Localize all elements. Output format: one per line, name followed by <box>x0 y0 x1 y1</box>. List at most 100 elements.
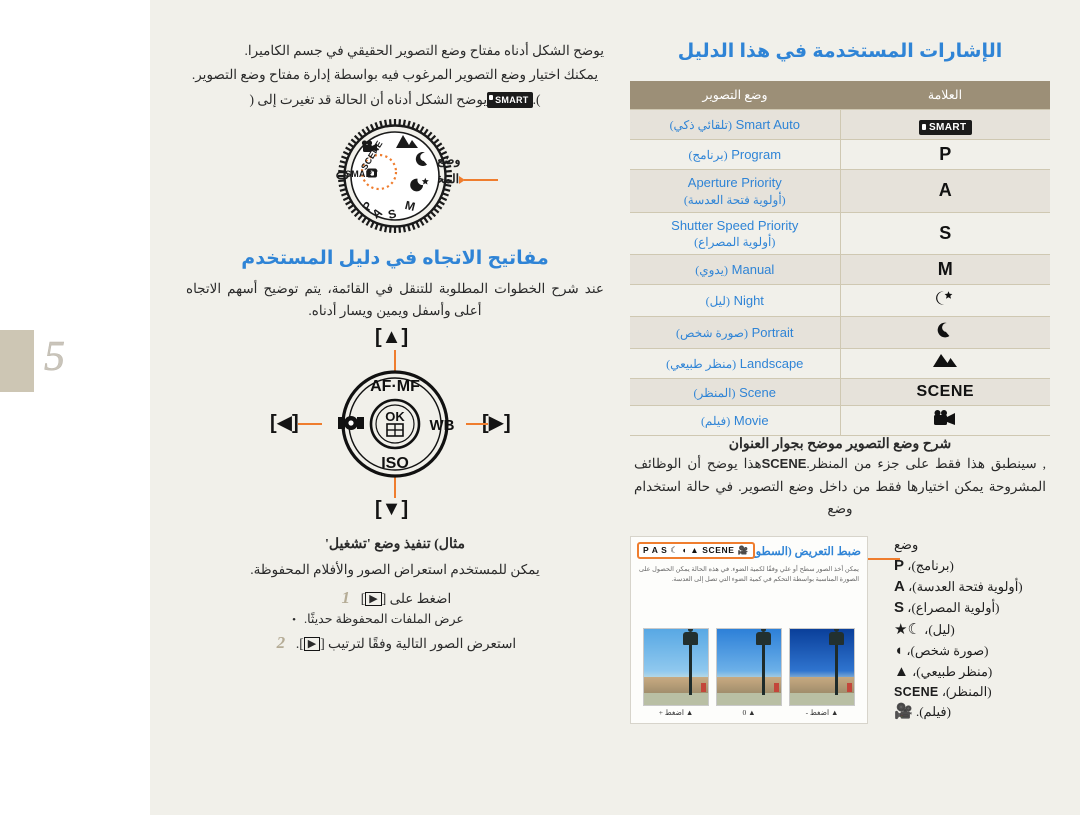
intro-line-3-prefix: يوضح الشكل أدناه أن الحالة قد تغيرت إلى … <box>249 91 488 107</box>
callout-sym-scene: SCENE <box>894 684 939 699</box>
thumbnail-mid: ▲ 0 <box>716 628 782 717</box>
mode-dial-icon: SMART P A S M SCENE <box>331 117 459 235</box>
step-1-text: اضغط على [▶] <box>361 591 451 607</box>
mode-dial-figure: وضع التصوير المختار حاليًا <box>180 117 610 237</box>
thumbnail-caption-dark: ▲ اضغط - <box>805 708 839 718</box>
table-row: Night (ليل) <box>630 284 1050 318</box>
thumb-lamp <box>829 629 844 646</box>
bullet-text: عرض الملفات المحفوظة حديثًا. <box>304 611 464 626</box>
thumbnail-light: ▲ اضغط + <box>643 628 709 717</box>
play-key-icon: ▶ <box>365 591 382 606</box>
table-row: P Program (برنامج) <box>630 139 1050 170</box>
example-block: مثال) تنفيذ وضع 'تشغيل' يمكن للمستخدم اس… <box>180 536 610 652</box>
example-heading: مثال) تنفيذ وضع 'تشغيل' <box>325 537 465 553</box>
thumb-pole <box>835 641 838 696</box>
left-gutter <box>0 0 150 815</box>
callout-ar-night: (ليل)، <box>924 621 955 637</box>
svg-text:AF·MF: AF·MF <box>370 378 420 395</box>
thumbnail-image-mid <box>716 628 782 707</box>
mode-cell-landscape: Landscape (منظر طبيعي) <box>630 348 840 380</box>
mode-ar-portrait: (صورة شخص) <box>676 326 748 341</box>
thumb-pole <box>689 641 692 696</box>
mode-cell-smart-auto: Smart Auto (تلقائي ذكي) <box>630 109 840 140</box>
example-intro: يمكن للمستخدم استعراض الصور والأفلام الم… <box>250 562 540 578</box>
direction-keys-section: مفاتيح الاتجاه في دليل المستخدم عند شرح … <box>180 247 610 323</box>
caption-heading: شرح وضع التصوير موضح بجوار العنوان <box>728 437 952 453</box>
mode-en-smart-auto: Smart Auto <box>735 116 800 132</box>
callout-sym-s: S <box>894 599 905 617</box>
mode-cell-shutter: Shutter Speed Priority (أولوية المصراع) <box>630 211 840 256</box>
page-tab <box>0 330 34 392</box>
svg-text:OK: OK <box>385 409 405 424</box>
callout-sym-landscape: ▲ <box>894 663 909 681</box>
mode-en-manual: Manual <box>731 262 775 278</box>
mode-ar-program: (برنامج) <box>688 147 728 162</box>
thumb-lamp <box>756 629 771 646</box>
manual-page: 5 يوضح الشكل أدناه مفتاح وضع التصوير الح… <box>0 0 1080 815</box>
caption-body-part2: , سينطبق هذا فقط على جزء من المنظر. <box>806 456 1046 472</box>
step-2-text: استعرض الصور التالية وفقًا لترتيب [▶]. <box>296 636 516 652</box>
callout-item-a: (أولوية فتحة العدسة)، A <box>894 576 1044 597</box>
mark-cell-night <box>839 284 1050 318</box>
page-number: 5 <box>44 334 66 380</box>
left-column: يوضح الشكل أدناه مفتاح وضع التصوير الحقي… <box>180 40 610 780</box>
table-row: Portrait (صورة شخص) <box>630 316 1050 350</box>
mark-cell-aperture: A <box>839 169 1050 213</box>
mode-ar-manual: (يدوي) <box>695 263 729 278</box>
preview-mode-icons: P A S ☾ ◖ ▲ SCENE 🎥 <box>637 542 755 560</box>
step-2-number: 2 <box>276 632 286 652</box>
mode-cell-portrait: Portrait (صورة شخص) <box>630 316 840 350</box>
callout-item-scene: (المنظر)، SCENE <box>894 683 1044 702</box>
intro-line-3-suffix: ). <box>532 91 541 107</box>
mode-ar-landscape: (منظر طبيعي) <box>666 357 737 372</box>
callout-ar-p: (برنامج)، <box>907 557 954 573</box>
thumb-city <box>644 677 708 694</box>
mode-ar-night: (ليل) <box>705 294 730 309</box>
thumbnail-caption-light: ▲ اضغط + <box>658 708 694 718</box>
mark-cell-program: P <box>839 139 1050 170</box>
callout-ar-a: (أولوية فتحة العدسة)، <box>908 579 1023 595</box>
caption-body: , سينطبق هذا فقط على جزء من المنظر.SCENE… <box>630 453 1050 520</box>
mode-ar-aperture: (أولوية فتحة العدسة) <box>683 192 786 207</box>
mark-cell-landscape <box>839 348 1050 380</box>
mode-en-movie: Movie <box>733 413 769 429</box>
svg-text:SMART: SMART <box>345 169 378 179</box>
screen-preview: ضبط التعريض (السطوع) P A S ☾ ◖ ▲ SCENE 🎥… <box>630 536 868 725</box>
callout-figure: وضع (برنامج)، P (أولوية فتحة العدسة)، A … <box>630 536 1050 726</box>
play-key-icon-2: ▶ <box>303 636 321 651</box>
mode-en-program: Program <box>731 146 782 162</box>
mode-ar-shutter: (أولوية المصراع) <box>694 235 776 250</box>
table-row: SMART Smart Auto (تلقائي ذكي) <box>630 109 1050 140</box>
example-bullet: عرض الملفات المحفوظة حديثًا. • <box>186 611 604 627</box>
signals-heading: الإشارات المستخدمة في هذا الدليل <box>677 41 1003 62</box>
thumb-redmark <box>774 683 779 693</box>
preview-body-text: يمكن أخذ الصور سطح أو علي وفقًا لكمية ال… <box>639 566 859 584</box>
callout-ar-s: (أولوية المصراع)، <box>907 600 1000 616</box>
mode-en-shutter: Shutter Speed Priority <box>671 217 799 233</box>
mode-cell-manual: Manual (يدوي) <box>630 254 840 286</box>
intro-block: يوضح الشكل أدناه مفتاح وضع التصوير الحقي… <box>180 40 610 111</box>
intro-line-1: يوضح الشكل أدناه مفتاح وضع التصوير الحقي… <box>244 43 604 58</box>
thumb-city <box>717 677 781 694</box>
intro-line-3: ).SMARTيوضح الشكل أدناه أن الحالة قد تغي… <box>186 89 604 111</box>
step-1-number: 1 <box>341 587 350 607</box>
mode-en-scene: Scene <box>739 384 776 400</box>
callout-item-s: (أولوية المصراع)، S <box>894 597 1044 618</box>
callout-item-p: (برنامج)، P <box>894 555 1044 576</box>
mode-callout-list: وضع (برنامج)، P (أولوية فتحة العدسة)، A … <box>894 536 1044 722</box>
mode-ar-smart-auto: (تلقائي ذكي) <box>669 117 732 132</box>
table-header-row: العلامة وضع التصوير <box>630 81 1050 110</box>
thumb-water <box>644 693 708 706</box>
mode-en-landscape: Landscape <box>739 356 804 372</box>
mark-cell-portrait <box>839 316 1050 350</box>
callout-item-movie: (فيلم). 🎥 <box>894 701 1044 722</box>
thumbnail-image-light <box>643 628 709 707</box>
callout-item-landscape: (منظر طبيعي)، ▲ <box>894 661 1044 682</box>
mark-cell-manual: M <box>839 254 1050 286</box>
callout-ar-scene: (المنظر)، <box>941 683 992 699</box>
table-row: S Shutter Speed Priority (أولوية المصراع… <box>630 211 1050 256</box>
step-2-before: استعرض الصور التالية وفقًا لترتيب [ <box>320 635 517 651</box>
thumb-pole <box>762 641 765 696</box>
table-row: Movie (فيلم) <box>630 405 1050 437</box>
mode-ar-movie: (فيلم) <box>700 414 731 429</box>
